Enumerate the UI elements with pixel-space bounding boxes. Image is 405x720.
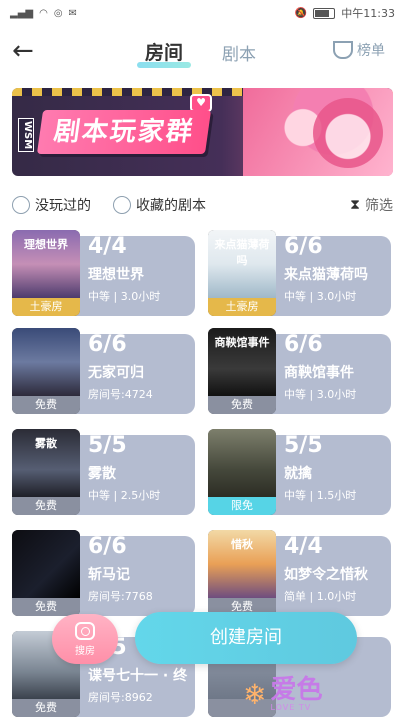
back-arrow-icon[interactable]: ←: [12, 38, 40, 66]
filter-not-played[interactable]: 没玩过的: [12, 195, 91, 215]
room-player-count: 6/6: [88, 332, 127, 357]
watermark-text-group: 爱色 LOVE TV: [270, 677, 322, 712]
room-meta: 中等 | 2.5小时: [88, 489, 161, 502]
room-tag: 限免: [208, 497, 276, 515]
room-cover: 来点猫薄荷吗 土豪房: [208, 230, 276, 316]
room-cover-text: 商鞅馆事件: [214, 336, 270, 349]
room-title: 商鞅馆事件: [284, 365, 354, 381]
screen-label: 筛选: [365, 198, 393, 214]
status-bar: ▂▄▆ ◠ ◎ ✉ 🔕 中午11:33: [0, 0, 405, 26]
status-time: 中午11:33: [341, 7, 395, 20]
room-player-count: 6/6: [88, 534, 127, 559]
hourglass-icon: ⧗: [350, 197, 360, 213]
banner-side-badge: WSM: [18, 118, 34, 153]
room-card[interactable]: 商鞅馆事件 免费 6/6 商鞅馆事件 中等 | 3.0小时: [208, 328, 391, 414]
room-cover-text: 理想世界: [24, 238, 68, 251]
trophy-icon: [333, 41, 353, 59]
status-right: 🔕 中午11:33: [295, 5, 395, 21]
create-room-button[interactable]: 创建房间: [135, 612, 357, 664]
room-cover-text: 雾散: [35, 437, 57, 450]
room-tag: 免费: [12, 699, 80, 717]
radio-circle-icon: [12, 196, 30, 214]
status-left: ▂▄▆ ◠ ◎ ✉: [10, 8, 77, 19]
room-meta: 房间号:7768: [88, 590, 153, 603]
tab-scripts[interactable]: 剧本: [222, 40, 256, 65]
watermark: ❄ 爱色 LOVE TV: [243, 672, 393, 716]
mail-icon: ✉: [68, 7, 77, 19]
room-meta: 房间号:4724: [88, 388, 153, 401]
room-cover: 理想世界 土豪房: [12, 230, 80, 316]
room-cover: 惜秋 免费: [208, 530, 276, 616]
room-tag: 土豪房: [12, 298, 80, 316]
room-title: 如梦令之惜秋: [284, 567, 368, 583]
room-cover: 雾散 免费: [12, 429, 80, 515]
mute-icon: 🔕: [294, 7, 308, 19]
search-house-icon: [75, 621, 95, 640]
screen-button[interactable]: ⧗ 筛选: [350, 195, 393, 215]
room-card[interactable]: 来点猫薄荷吗 土豪房 6/6 来点猫薄荷吗 中等 | 3.0小时: [208, 230, 391, 316]
radio-circle-icon: [113, 196, 131, 214]
filter-favorited-label: 收藏的剧本: [136, 198, 206, 214]
search-room-label: 搜房: [75, 645, 95, 657]
room-card[interactable]: 免费 6/6 无家可归 房间号:4724: [12, 328, 195, 414]
room-title: 来点猫薄荷吗: [284, 267, 368, 283]
header: ← 房间 剧本 榜单: [0, 26, 405, 80]
room-cover-text: 来点猫薄荷吗: [214, 238, 270, 267]
room-player-count: 4/4: [284, 534, 323, 559]
room-title: 就擒: [284, 466, 312, 482]
room-player-count: 5/5: [88, 433, 127, 458]
room-cover-text: 惜秋: [231, 538, 253, 551]
filter-row: 没玩过的 收藏的剧本 ⧗ 筛选: [12, 194, 393, 216]
room-player-count: 6/6: [284, 332, 323, 357]
room-player-count: 4/4: [88, 234, 127, 259]
filter-not-played-label: 没玩过的: [35, 198, 91, 214]
watermark-title: 爱色: [270, 674, 323, 705]
sync-icon: ◎: [53, 7, 63, 19]
room-cover: 免费: [12, 530, 80, 616]
room-meta: 中等 | 3.0小时: [284, 388, 357, 401]
snowflake-logo-icon: ❄: [243, 677, 267, 711]
wifi-icon: ◠: [39, 7, 48, 19]
room-tag: 免费: [12, 396, 80, 414]
tab-rooms-label: 房间: [145, 42, 184, 64]
battery-icon: [313, 7, 336, 19]
room-tag: 免费: [12, 497, 80, 515]
room-cover-art: [208, 429, 276, 497]
room-meta: 中等 | 3.0小时: [88, 290, 161, 303]
room-tag: 免费: [208, 396, 276, 414]
rank-button[interactable]: 榜单: [333, 40, 385, 60]
room-title: 谍号七十一 · 终: [88, 668, 188, 684]
room-meta: 房间号:8962: [88, 691, 153, 704]
room-player-count: 5/5: [284, 433, 323, 458]
room-player-count: 6/6: [284, 234, 323, 259]
room-cover-art: [12, 328, 80, 396]
room-meta: 中等 | 3.0小时: [284, 290, 357, 303]
room-meta: 中等 | 1.5小时: [284, 489, 357, 502]
room-cover: 限免: [208, 429, 276, 515]
room-card[interactable]: 免费 6/6 斩马记 房间号:7768: [12, 530, 195, 616]
room-card[interactable]: 理想世界 土豪房 4/4 理想世界 中等 | 3.0小时: [12, 230, 195, 316]
filter-favorited[interactable]: 收藏的剧本: [113, 195, 206, 215]
room-cover: 商鞅馆事件 免费: [208, 328, 276, 414]
room-title: 理想世界: [88, 267, 144, 283]
room-cover: 免费: [12, 328, 80, 414]
room-meta: 简单 | 1.0小时: [284, 590, 357, 603]
banner-title: 剧本玩家群: [36, 110, 212, 154]
room-tag: 土豪房: [208, 298, 276, 316]
tab-rooms[interactable]: 房间: [137, 38, 192, 68]
promo-banner[interactable]: WSM ♥ 剧本玩家群: [12, 88, 393, 176]
search-room-button[interactable]: 搜房: [52, 614, 118, 664]
room-title: 无家可归: [88, 365, 144, 381]
room-cover-art: [12, 530, 80, 598]
banner-character-face: [313, 98, 383, 168]
room-title: 斩马记: [88, 567, 130, 583]
room-card[interactable]: 限免 5/5 就擒 中等 | 1.5小时: [208, 429, 391, 515]
room-tag: 免费: [12, 598, 80, 616]
signal-icon: ▂▄▆: [10, 7, 34, 19]
room-card[interactable]: 雾散 免费 5/5 雾散 中等 | 2.5小时: [12, 429, 195, 515]
rank-label: 榜单: [357, 43, 385, 59]
room-title: 雾散: [88, 466, 116, 482]
room-card[interactable]: 惜秋 免费 4/4 如梦令之惜秋 简单 | 1.0小时: [208, 530, 391, 616]
